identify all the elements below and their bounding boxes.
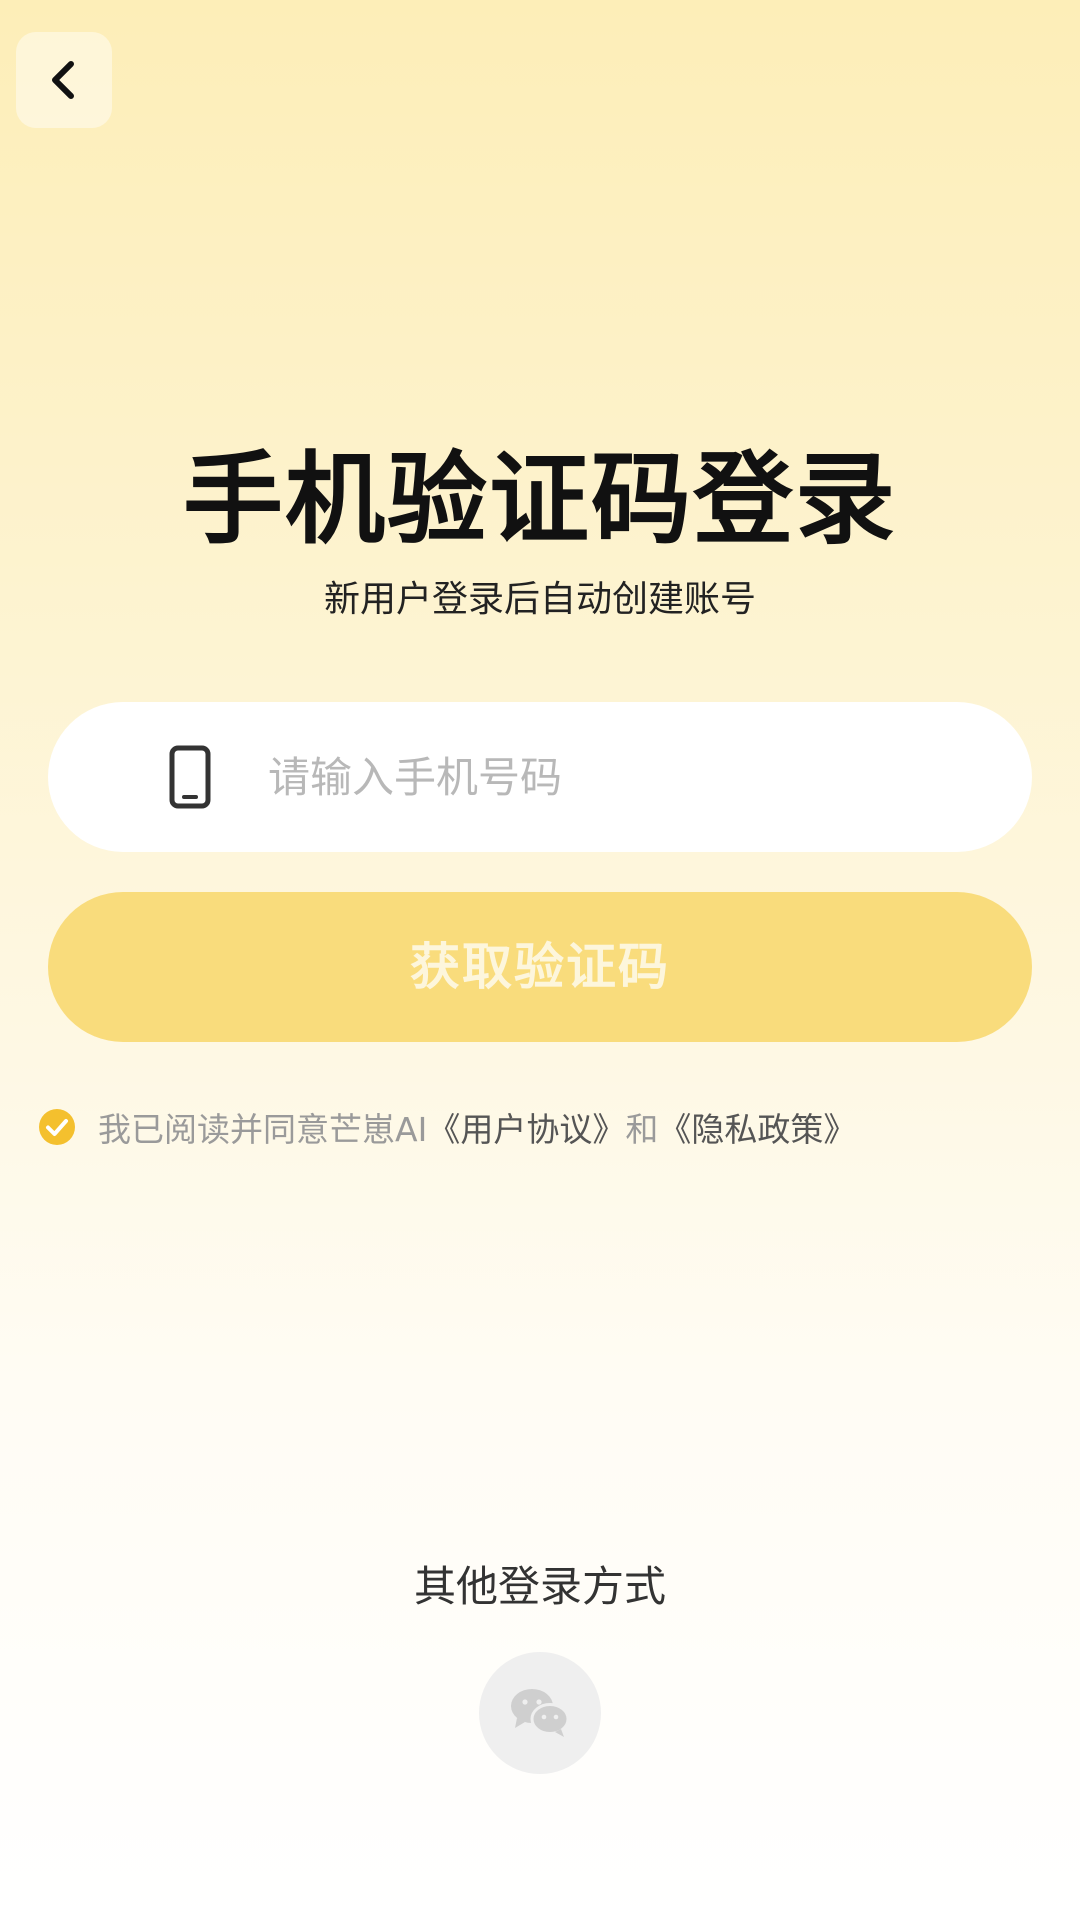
agreement-row: 我已阅读并同意芒崽AI 《用户协议》 和 《隐私政策》 <box>38 1102 856 1152</box>
check-circle-icon[interactable] <box>38 1108 76 1146</box>
wechat-icon <box>511 1689 570 1737</box>
page-subtitle: 新用户登录后自动创建账号 <box>323 579 756 620</box>
back-button[interactable] <box>16 32 112 128</box>
chevron-left-icon <box>52 61 74 99</box>
agreement-conjunction: 和 <box>625 1110 659 1149</box>
phone-field[interactable] <box>48 702 1032 852</box>
page-title: 手机验证码登录 <box>183 441 897 558</box>
phone-input[interactable] <box>218 702 978 852</box>
user-agreement-link[interactable]: 《用户协议》 <box>427 1103 625 1151</box>
agreement-prefix: 我已阅读并同意芒崽AI <box>98 1110 428 1149</box>
other-login-title: 其他登录方式 <box>413 1562 666 1611</box>
privacy-policy-link[interactable]: 《隐私政策》 <box>658 1103 856 1151</box>
wechat-login-button[interactable] <box>479 1652 601 1774</box>
get-code-button[interactable]: 获取验证码 <box>48 892 1032 1042</box>
smartphone-icon <box>169 745 211 809</box>
